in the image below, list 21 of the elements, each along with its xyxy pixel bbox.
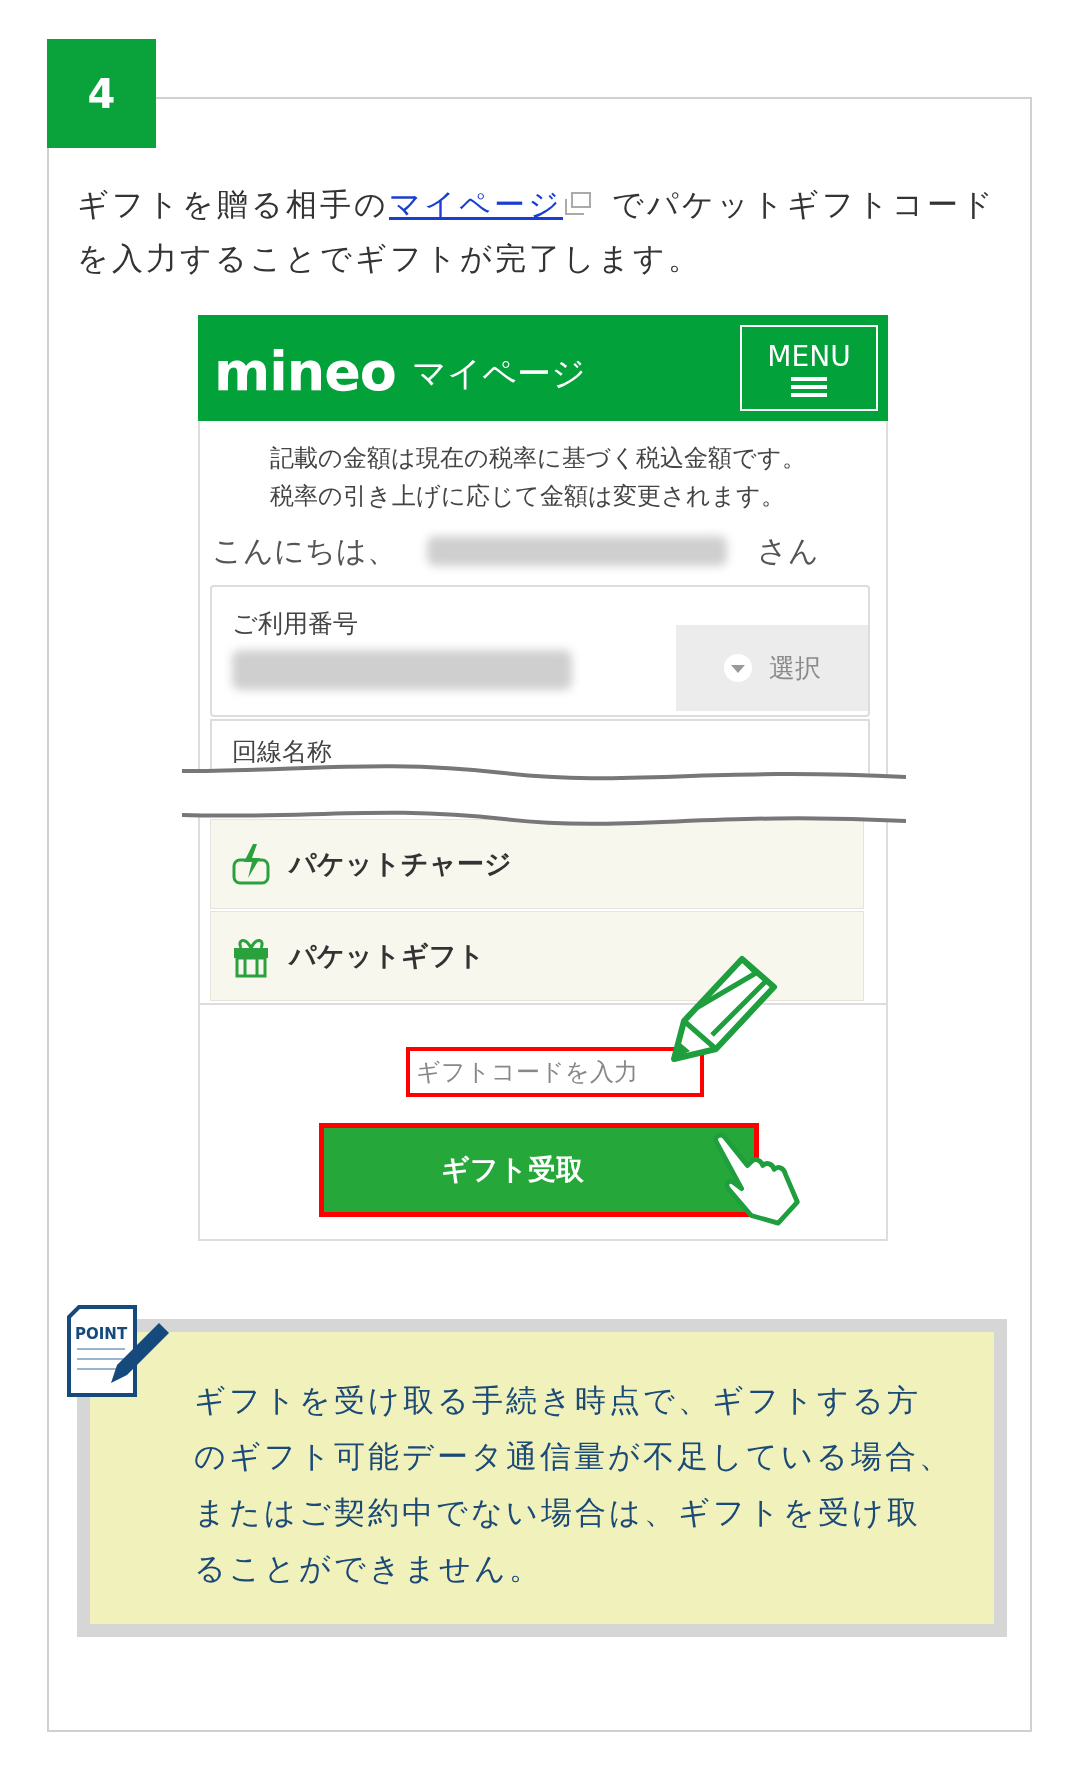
notice-text: 税率の引き上げに応じて金額は変更されます。 <box>270 481 786 512</box>
page-title: マイページ <box>411 352 586 395</box>
field-label: 回線名称 <box>232 737 332 766</box>
dropdown-icon <box>723 653 753 683</box>
field-label: ご利用番号 <box>232 608 359 640</box>
menu-item[interactable]: パケットギフト <box>210 911 864 1001</box>
lightning-icon <box>231 842 271 886</box>
my-page-link[interactable]: マイページ <box>389 186 563 222</box>
intro-text: ギフトを贈る相手の マイページ でパケットギフトコードを入力することでギフトが完了します。 <box>77 185 997 278</box>
number-field[interactable]: ご利用番号 選択 <box>210 585 870 717</box>
gift-code-input[interactable]: ギフトコードを入力 <box>406 1047 704 1097</box>
external-window-icon <box>563 191 593 217</box>
point-text: ギフトを受け取る手続き時点で、ギフトする方のギフト可能データ通信量が不足している場合、またはご契約中でない場合は、ギフトを受け取ることができません。 <box>194 1381 954 1588</box>
logo: mineo <box>214 339 396 403</box>
menu-icon <box>791 376 827 397</box>
menu-item[interactable]: パケットチャージ <box>210 819 864 909</box>
greeting-suffix: さん <box>757 531 819 570</box>
step-number: 4 <box>47 39 156 148</box>
point-label: POINT <box>75 1325 128 1343</box>
greeting-text: こんにちは、 <box>212 531 397 570</box>
notice-text: 記載の金額は現在の税率に基づく税込金額です。 <box>270 443 807 474</box>
